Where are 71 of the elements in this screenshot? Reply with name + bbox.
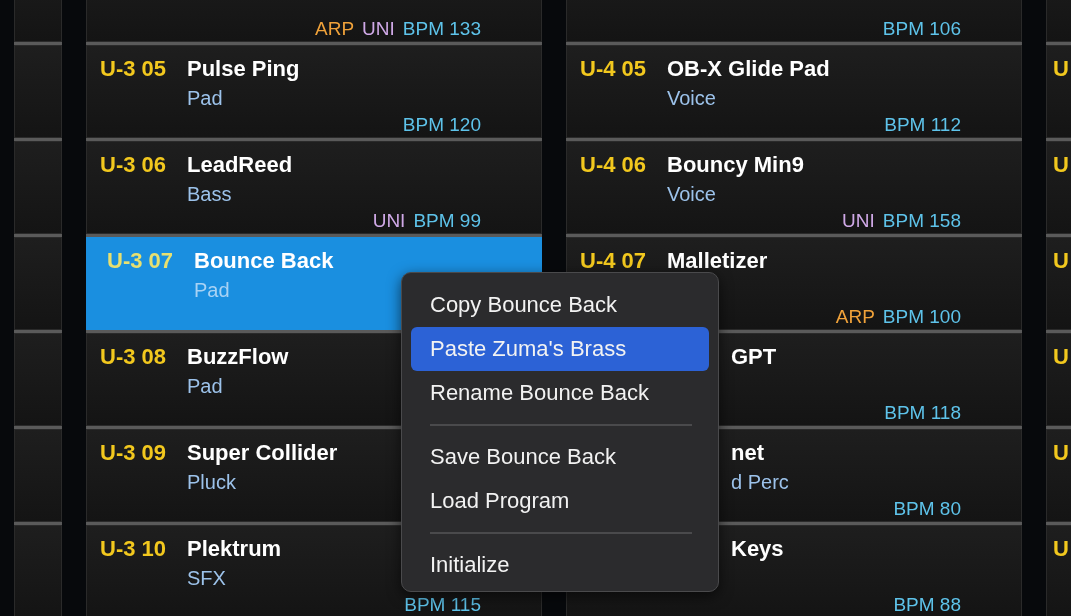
category-label: SFX [187, 566, 226, 590]
bpm-label: BPM 99 [413, 210, 481, 233]
program-cell[interactable] [14, 237, 62, 330]
unison-tag: UNI [362, 18, 395, 41]
program-name: GPT [731, 343, 777, 370]
category-label: Bass [187, 182, 232, 206]
category-label: Pad [187, 86, 223, 110]
category-label: Pluck [187, 470, 236, 494]
program-name: Bouncy Min9 [667, 151, 804, 178]
bpm-label: BPM 88 [893, 594, 961, 616]
category-label: d Perc [731, 470, 789, 494]
program-cell[interactable]: U-3 05 Pulse Ping Pad BPM 120 [86, 45, 542, 138]
program-cell[interactable]: U [1046, 333, 1071, 426]
program-cell[interactable]: ARP UNI BPM 133 [86, 0, 542, 42]
program-cell[interactable]: U [1046, 525, 1071, 616]
program-number: U-3 07 [107, 247, 175, 274]
program-cell[interactable]: U [1046, 141, 1071, 234]
arp-tag: ARP [835, 306, 875, 329]
program-name: Pulse Ping [187, 55, 300, 82]
program-cell[interactable] [14, 429, 62, 522]
program-cell[interactable] [14, 333, 62, 426]
program-cell[interactable] [14, 525, 62, 616]
program-cell[interactable]: U-3 06 LeadReed Bass UNI BPM 99 [86, 141, 542, 234]
bpm-label: BPM 106 [882, 18, 961, 41]
program-name: Bounce Back [194, 247, 334, 274]
program-name: Super Collider [187, 439, 338, 466]
program-number: U-3 10 [100, 535, 168, 562]
program-cell[interactable]: U [1046, 45, 1071, 138]
program-cell[interactable] [14, 45, 62, 138]
program-cell[interactable] [14, 141, 62, 234]
program-name: Keys [731, 535, 784, 562]
bpm-label: BPM 118 [884, 402, 961, 425]
program-name: BuzzFlow [187, 343, 289, 370]
bpm-label: BPM 133 [402, 18, 481, 41]
program-number: U-4 07 [580, 247, 648, 274]
bpm-label: BPM 112 [884, 114, 961, 137]
unison-tag: UNI [372, 210, 406, 233]
category-label: Voice [667, 86, 716, 110]
program-cell[interactable]: BPM 106 [566, 0, 1022, 42]
program-number: U [1053, 343, 1070, 370]
category-label: Voice [667, 182, 716, 206]
program-name: LeadReed [187, 151, 293, 178]
program-number: U [1053, 55, 1070, 82]
program-number: U-3 05 [100, 55, 168, 82]
program-number: U [1053, 151, 1070, 178]
menu-item[interactable]: Paste Zuma's Brass [411, 327, 709, 371]
program-number: U-3 08 [100, 343, 168, 370]
program-number: U [1053, 535, 1070, 562]
program-name: net [731, 439, 764, 466]
bpm-label: BPM 115 [404, 594, 481, 616]
category-label: Pad [187, 374, 223, 398]
arp-tag: ARP [315, 18, 355, 41]
program-name: OB-X Glide Pad [667, 55, 830, 82]
program-name: Malletizer [667, 247, 768, 274]
program-name: Plektrum [187, 535, 282, 562]
program-number: U [1053, 439, 1070, 466]
program-number: U-3 06 [100, 151, 168, 178]
program-number: U-4 05 [580, 55, 648, 82]
program-number: U-4 06 [580, 151, 648, 178]
program-number: U-3 09 [100, 439, 168, 466]
unison-tag: UNI [842, 210, 875, 233]
bpm-label: BPM 80 [893, 498, 961, 521]
program-cell[interactable]: U-4 06 Bouncy Min9 Voice UNI BPM 158 [566, 141, 1022, 234]
category-label: Pad [194, 278, 230, 302]
program-cell[interactable]: U [1046, 237, 1071, 330]
program-number: U [1053, 247, 1070, 274]
bpm-label: BPM 100 [882, 306, 961, 329]
bpm-label: BPM 158 [882, 210, 961, 233]
program-cell[interactable]: U-4 05 OB-X Glide Pad Voice BPM 112 [566, 45, 1022, 138]
bpm-label: BPM 120 [402, 114, 481, 137]
program-cell[interactable]: U [1046, 429, 1071, 522]
